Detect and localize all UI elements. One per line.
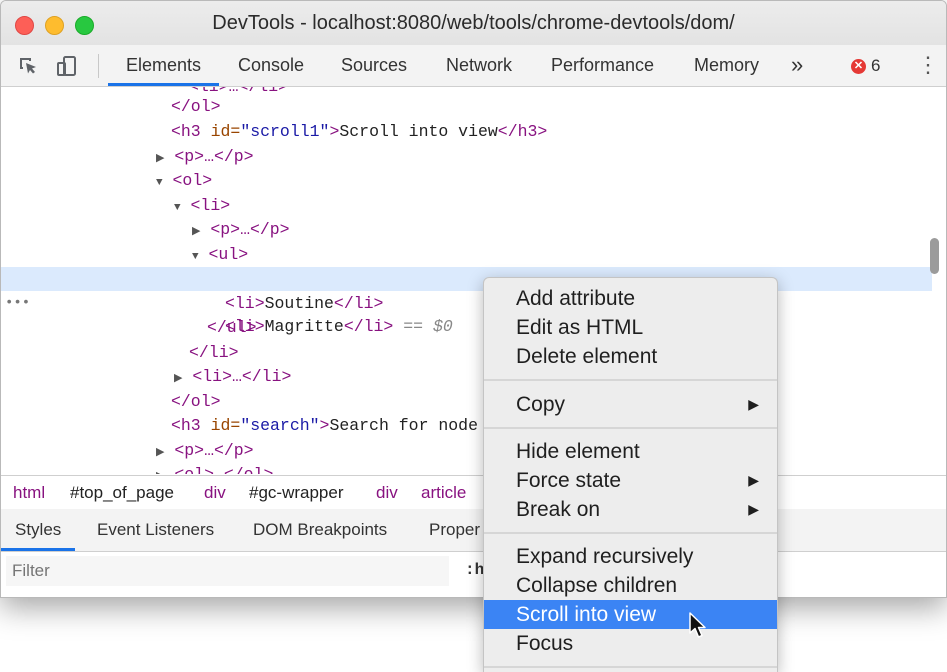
menu-item-scroll-into-view[interactable]: Scroll into view xyxy=(484,600,777,629)
collapse-arrow-icon[interactable]: ▼ xyxy=(192,251,199,263)
mouse-pointer-icon xyxy=(689,612,706,638)
styles-filter-input[interactable] xyxy=(6,556,449,586)
tab-network[interactable]: Network xyxy=(446,45,512,86)
dom-node[interactable]: </ol> xyxy=(171,95,932,119)
breadcrumb-article[interactable]: article xyxy=(421,476,466,509)
menu-item-edit-as-html[interactable]: Edit as HTML xyxy=(484,313,777,342)
tab-memory[interactable]: Memory xyxy=(694,45,759,86)
menu-item-force-state[interactable]: Force state ▶ xyxy=(484,466,777,495)
tab-properties[interactable]: Proper xyxy=(429,509,480,551)
tab-console[interactable]: Console xyxy=(238,45,304,86)
toolbar-separator xyxy=(98,54,99,78)
more-options-icon[interactable]: ⋮ xyxy=(917,53,939,77)
breadcrumb-html[interactable]: html xyxy=(13,476,45,509)
tab-sources[interactable]: Sources xyxy=(341,45,407,86)
submenu-arrow-icon: ▶ xyxy=(748,396,759,412)
menu-item-break-on[interactable]: Break on ▶ xyxy=(484,495,777,524)
tab-event-listeners[interactable]: Event Listeners xyxy=(97,509,214,551)
collapse-arrow-icon[interactable]: ▼ xyxy=(156,177,163,189)
tab-elements[interactable]: Elements xyxy=(108,45,220,86)
menu-item-expand-recursively[interactable]: Expand recursively xyxy=(484,542,777,571)
window-title: DevTools - localhost:8080/web/tools/chro… xyxy=(212,12,735,34)
tab-performance[interactable]: Performance xyxy=(551,45,654,86)
tab-dom-breakpoints[interactable]: DOM Breakpoints xyxy=(253,509,387,551)
collapse-arrow-icon[interactable]: ▼ xyxy=(174,202,181,214)
close-window-button[interactable] xyxy=(15,16,34,35)
tab-styles[interactable]: Styles xyxy=(1,509,76,551)
submenu-arrow-icon: ▶ xyxy=(748,501,759,517)
sidebar-tabs: Styles Event Listeners DOM Breakpoints P… xyxy=(1,509,946,552)
menu-separator xyxy=(484,427,777,429)
main-toolbar: Elements Console Sources Network Perform… xyxy=(1,45,946,87)
breadcrumb-gc-wrapper[interactable]: #gc-wrapper xyxy=(249,476,344,509)
box-model-outline xyxy=(776,597,901,598)
breadcrumb-div[interactable]: div xyxy=(376,476,398,509)
submenu-arrow-icon: ▶ xyxy=(748,472,759,488)
error-count: 6 xyxy=(871,56,881,75)
styles-filter-bar: :h xyxy=(1,552,946,597)
dom-node[interactable]: ▶ <p>…</p> xyxy=(156,145,932,169)
dom-node[interactable]: ▼ <ol> xyxy=(156,169,932,193)
menu-item-hide-element[interactable]: Hide element xyxy=(484,437,777,466)
selected-dom-node[interactable]: ••• <li>Magritte</li> == $0 xyxy=(1,267,932,336)
device-toolbar-icon[interactable] xyxy=(56,55,78,77)
node-actions-icon[interactable]: ••• xyxy=(5,291,30,315)
breadcrumb: html #top_of_page div #gc-wrapper div ar… xyxy=(1,475,946,510)
title-bar: DevTools - localhost:8080/web/tools/chro… xyxy=(1,1,946,45)
dom-scrollbar[interactable] xyxy=(930,238,939,274)
dom-node[interactable]: ▼ <ul> xyxy=(192,243,932,267)
expand-arrow-icon[interactable]: ▶ xyxy=(156,153,164,165)
expand-arrow-icon[interactable]: ▶ xyxy=(156,471,164,474)
expand-arrow-icon[interactable]: ▶ xyxy=(156,447,164,459)
dom-node[interactable]: <h3 id="scroll1">Scroll into view</h3> xyxy=(171,120,932,144)
expand-arrow-icon[interactable]: ▶ xyxy=(174,373,182,385)
error-icon: ✕ xyxy=(851,59,866,74)
expand-arrow-icon[interactable]: ▶ xyxy=(192,226,200,238)
minimize-window-button[interactable] xyxy=(45,16,64,35)
breadcrumb-div[interactable]: div xyxy=(204,476,226,509)
menu-item-add-attribute[interactable]: Add attribute xyxy=(484,284,777,313)
menu-item-copy[interactable]: Copy ▶ xyxy=(484,390,777,419)
error-counter[interactable]: ✕ 6 xyxy=(851,56,880,76)
dom-tree: <li>…</li> </ol> <h3 id="scroll1">Scroll… xyxy=(1,87,946,474)
zoom-window-button[interactable] xyxy=(75,16,94,35)
menu-separator xyxy=(484,532,777,534)
devtools-window: DevTools - localhost:8080/web/tools/chro… xyxy=(0,0,947,598)
menu-item-delete-element[interactable]: Delete element xyxy=(484,342,777,371)
menu-separator xyxy=(484,666,777,668)
menu-separator xyxy=(484,379,777,381)
breadcrumb-top-of-page[interactable]: #top_of_page xyxy=(70,476,174,509)
menu-item-collapse-children[interactable]: Collapse children xyxy=(484,571,777,600)
dom-node[interactable]: ▼ <li> xyxy=(174,194,932,218)
inspect-element-icon[interactable] xyxy=(17,55,39,77)
menu-item-focus[interactable]: Focus xyxy=(484,629,777,658)
more-tabs-button[interactable]: » xyxy=(791,45,803,86)
context-menu: Add attribute Edit as HTML Delete elemen… xyxy=(483,277,778,672)
hover-state-toggle[interactable]: :h xyxy=(465,561,484,579)
dom-node[interactable]: ▶ <p>…</p> xyxy=(192,218,932,242)
